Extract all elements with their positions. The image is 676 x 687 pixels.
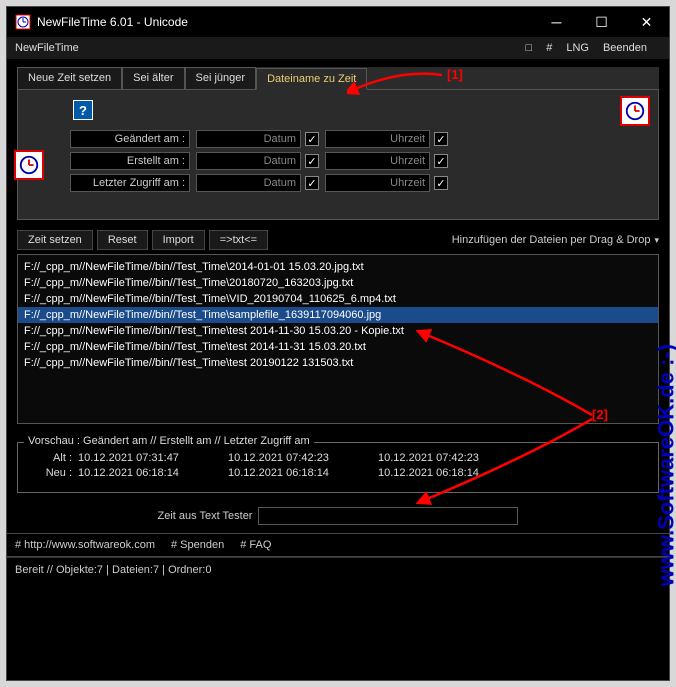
button-row: Zeit setzen Reset Import =>txt<= Hinzufü… bbox=[17, 230, 659, 250]
preview-old-modified: 10.12.2021 07:31:47 bbox=[78, 452, 228, 464]
menu-hash[interactable]: # bbox=[546, 42, 552, 54]
menu-app[interactable]: NewFileTime bbox=[15, 42, 79, 54]
menu-box[interactable]: □ bbox=[526, 42, 533, 54]
check-accessed-date[interactable]: ✓ bbox=[305, 176, 319, 190]
check-modified-time[interactable]: ✓ bbox=[434, 132, 448, 146]
preview-row-new: Neu : 10.12.2021 06:18:14 10.12.2021 06:… bbox=[26, 467, 650, 479]
input-modified-time[interactable]: Uhrzeit bbox=[325, 130, 430, 148]
tab-filename-to-time[interactable]: Dateiname zu Zeit bbox=[256, 68, 367, 90]
tester-row: Zeit aus Text Tester bbox=[17, 507, 659, 525]
list-item[interactable]: F://_cpp_m//NewFileTime//bin//Test_Time\… bbox=[18, 323, 658, 339]
input-created-date[interactable]: Datum bbox=[196, 152, 301, 170]
check-accessed-time[interactable]: ✓ bbox=[434, 176, 448, 190]
list-item[interactable]: F://_cpp_m//NewFileTime//bin//Test_Time\… bbox=[18, 307, 658, 323]
preview-new-modified: 10.12.2021 06:18:14 bbox=[78, 467, 228, 479]
tester-label: Zeit aus Text Tester bbox=[158, 510, 253, 522]
watermark: www.SoftwareOK.de :-) bbox=[653, 344, 676, 586]
tester-input[interactable] bbox=[258, 507, 518, 525]
label-accessed: Letzter Zugriff am : bbox=[70, 174, 190, 192]
set-time-button[interactable]: Zeit setzen bbox=[17, 230, 93, 250]
clock-icon bbox=[14, 150, 44, 180]
window-title: NewFileTime 6.01 - Unicode bbox=[37, 15, 534, 29]
app-window: NewFileTime 6.01 - Unicode ─ ☐ ✕ NewFile… bbox=[6, 6, 670, 681]
menu-exit[interactable]: Beenden bbox=[603, 42, 647, 54]
preview-row-old: Alt : 10.12.2021 07:31:47 10.12.2021 07:… bbox=[26, 452, 650, 464]
statusbar: Bereit // Objekte:7 | Dateien:7 | Ordner… bbox=[7, 557, 669, 576]
menu-lng[interactable]: LNG bbox=[566, 42, 589, 54]
check-created-time[interactable]: ✓ bbox=[434, 154, 448, 168]
preview-new-created: 10.12.2021 06:18:14 bbox=[228, 467, 378, 479]
preview-old-label: Alt : bbox=[26, 452, 78, 464]
file-list[interactable]: F://_cpp_m//NewFileTime//bin//Test_Time\… bbox=[17, 254, 659, 424]
list-item[interactable]: F://_cpp_m//NewFileTime//bin//Test_Time\… bbox=[18, 291, 658, 307]
footer-links: # http://www.softwareok.com # Spenden # … bbox=[7, 533, 669, 557]
tabstrip: Neue Zeit setzen Sei älter Sei jünger Da… bbox=[17, 67, 659, 90]
app-icon bbox=[15, 14, 31, 30]
preview-header: Vorschau : Geändert am // Erstellt am //… bbox=[24, 435, 314, 447]
reset-button[interactable]: Reset bbox=[97, 230, 148, 250]
preview-box: Vorschau : Geändert am // Erstellt am //… bbox=[17, 442, 659, 493]
preview-old-created: 10.12.2021 07:42:23 bbox=[228, 452, 378, 464]
clock-icon bbox=[620, 96, 650, 126]
import-button[interactable]: Import bbox=[152, 230, 205, 250]
titlebar[interactable]: NewFileTime 6.01 - Unicode ─ ☐ ✕ bbox=[7, 7, 669, 37]
row-modified: Geändert am : Datum ✓ Uhrzeit ✓ bbox=[30, 130, 646, 148]
list-item[interactable]: F://_cpp_m//NewFileTime//bin//Test_Time\… bbox=[18, 339, 658, 355]
tab-set-time[interactable]: Neue Zeit setzen bbox=[17, 67, 122, 89]
list-item[interactable]: F://_cpp_m//NewFileTime//bin//Test_Time\… bbox=[18, 275, 658, 291]
list-item[interactable]: F://_cpp_m//NewFileTime//bin//Test_Time\… bbox=[18, 355, 658, 371]
maximize-button[interactable]: ☐ bbox=[579, 7, 624, 37]
tab-be-younger[interactable]: Sei jünger bbox=[185, 67, 257, 89]
preview-new-label: Neu : bbox=[26, 467, 78, 479]
footer-url[interactable]: # http://www.softwareok.com bbox=[15, 539, 155, 551]
input-accessed-date[interactable]: Datum bbox=[196, 174, 301, 192]
drag-drop-hint[interactable]: Hinzufügen der Dateien per Drag & Drop bbox=[452, 234, 659, 246]
input-created-time[interactable]: Uhrzeit bbox=[325, 152, 430, 170]
close-button[interactable]: ✕ bbox=[624, 7, 669, 37]
input-accessed-time[interactable]: Uhrzeit bbox=[325, 174, 430, 192]
check-created-date[interactable]: ✓ bbox=[305, 154, 319, 168]
tab-be-older[interactable]: Sei älter bbox=[122, 67, 184, 89]
annotation-2: [2] bbox=[592, 407, 608, 422]
tab-panel: ? Geändert am : Datum ✓ Uhrzeit ✓ Erstel… bbox=[17, 90, 659, 220]
label-created: Erstellt am : bbox=[70, 152, 190, 170]
row-created: Erstellt am : Datum ✓ Uhrzeit ✓ bbox=[30, 152, 646, 170]
preview-old-accessed: 10.12.2021 07:42:23 bbox=[378, 452, 528, 464]
annotation-1: [1] bbox=[447, 67, 463, 82]
label-modified: Geändert am : bbox=[70, 130, 190, 148]
list-item[interactable]: F://_cpp_m//NewFileTime//bin//Test_Time\… bbox=[18, 259, 658, 275]
footer-faq[interactable]: # FAQ bbox=[240, 539, 271, 551]
menubar: NewFileTime □ # LNG Beenden bbox=[7, 37, 669, 59]
txt-button[interactable]: =>txt<= bbox=[209, 230, 268, 250]
help-icon[interactable]: ? bbox=[73, 100, 93, 120]
check-modified-date[interactable]: ✓ bbox=[305, 132, 319, 146]
row-accessed: Letzter Zugriff am : Datum ✓ Uhrzeit ✓ bbox=[30, 174, 646, 192]
preview-new-accessed: 10.12.2021 06:18:14 bbox=[378, 467, 528, 479]
input-modified-date[interactable]: Datum bbox=[196, 130, 301, 148]
footer-donate[interactable]: # Spenden bbox=[171, 539, 224, 551]
minimize-button[interactable]: ─ bbox=[534, 7, 579, 37]
